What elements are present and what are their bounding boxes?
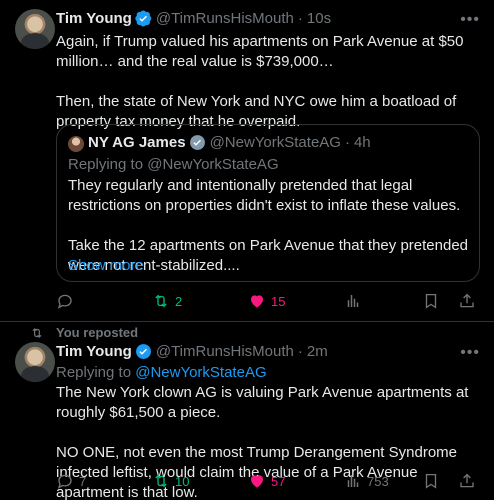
quoted-tweet[interactable]: NY AG James @NewYorkStateAG · 4h Replyin… [56, 124, 480, 282]
share-icon [460, 473, 474, 488]
share-button[interactable] [458, 472, 476, 490]
separator-dot: · [297, 10, 303, 27]
like-count: 57 [271, 473, 286, 489]
show-more-link[interactable]: Show more [68, 257, 144, 274]
reply-count: 7 [79, 473, 87, 489]
verified-badge-icon [135, 10, 152, 27]
share-button[interactable] [458, 292, 476, 310]
tweet-1[interactable]: Tim Young @TimRunsHisMouth · 10s ••• Aga… [0, 0, 494, 321]
heart-filled-icon [251, 295, 263, 308]
reply-icon [57, 474, 72, 489]
tweet-actions: 2 15 [56, 292, 480, 312]
author-handle[interactable]: @TimRunsHisMouth [156, 10, 294, 27]
retweet-icon [155, 294, 167, 308]
tweet-actions: 7 10 57 753 [56, 472, 480, 492]
quoted-author-handle: @NewYorkStateAG [209, 134, 341, 151]
separator-dot: · [344, 134, 350, 151]
tweet-text: Again, if Trump valued his apartments on… [56, 32, 476, 132]
like-button[interactable]: 15 [248, 292, 285, 310]
like-count: 15 [271, 293, 286, 309]
more-options-icon[interactable]: ••• [460, 345, 480, 361]
bookmark-button[interactable] [422, 292, 440, 310]
quoted-replying-to: Replying to @NewYorkStateAG [68, 156, 279, 173]
reply-icon [57, 294, 72, 309]
quoted-author-name: NY AG James [88, 134, 186, 151]
separator-dot: · [297, 343, 303, 360]
more-options-icon[interactable]: ••• [460, 12, 480, 28]
retweet-count: 2 [175, 293, 183, 309]
retweet-button[interactable]: 10 [152, 472, 189, 490]
author-handle[interactable]: @TimRunsHisMouth [156, 343, 294, 360]
bookmark-icon [425, 473, 437, 489]
retweet-icon [155, 474, 167, 488]
timestamp[interactable]: 2m [307, 343, 328, 360]
quoted-paragraph: They regularly and intentionally pretend… [68, 177, 461, 214]
quoted-avatar [68, 136, 84, 152]
reply-button[interactable] [56, 292, 74, 310]
like-button[interactable]: 57 [248, 472, 285, 490]
verified-badge-icon [135, 344, 151, 359]
replying-prefix: Replying to [56, 364, 136, 381]
author-name[interactable]: Tim Young [56, 343, 132, 360]
avatar[interactable] [15, 9, 55, 49]
bookmark-button[interactable] [422, 472, 440, 490]
heart-filled-icon [251, 475, 263, 488]
avatar[interactable] [15, 342, 55, 382]
views-chart-icon [347, 295, 359, 307]
replying-to: Replying to @NewYorkStateAG [56, 363, 476, 383]
tweet-header: Tim Young @TimRunsHisMouth · 10s [56, 10, 331, 27]
timestamp[interactable]: 10s [307, 10, 331, 27]
bookmark-icon [425, 293, 437, 309]
tweet-paragraph: Again, if Trump valued his apartments on… [56, 33, 464, 70]
views-button[interactable]: 753 [344, 472, 389, 490]
author-name[interactable]: Tim Young [56, 10, 132, 27]
verified-badge-icon [189, 135, 205, 150]
tweet-2[interactable]: Tim Young @TimRunsHisMouth · 2m ••• Repl… [0, 322, 494, 500]
views-chart-icon [347, 475, 359, 487]
replying-handle-link[interactable]: @NewYorkStateAG [135, 364, 266, 381]
reply-button[interactable]: 7 [56, 472, 86, 490]
retweet-button[interactable]: 2 [152, 292, 182, 310]
retweet-count: 10 [175, 473, 190, 489]
share-icon [460, 293, 474, 308]
views-button[interactable] [344, 292, 362, 310]
tweet-header: Tim Young @TimRunsHisMouth · 2m [56, 343, 328, 360]
views-count: 753 [367, 473, 389, 489]
quoted-timestamp: 4h [353, 134, 371, 151]
tweet-paragraph: The New York clown AG is valuing Park Av… [56, 384, 469, 421]
quoted-header: NY AG James @NewYorkStateAG · 4h [88, 134, 371, 151]
